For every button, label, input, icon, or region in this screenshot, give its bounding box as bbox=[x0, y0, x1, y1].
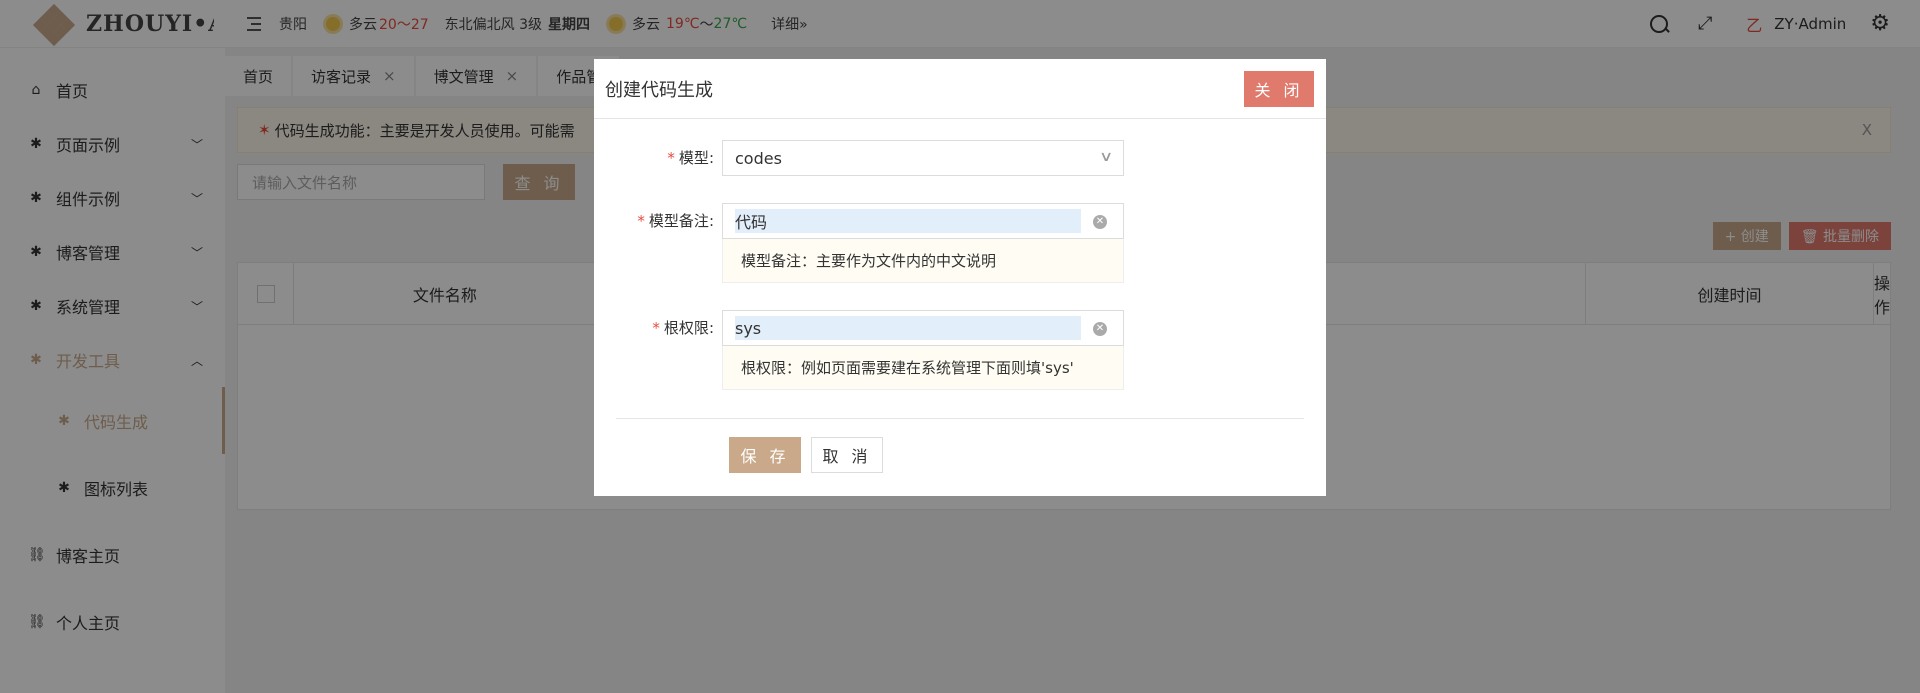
root-permission-tip: 根权限：例如页面需要建在系统管理下面则填'sys' bbox=[722, 346, 1124, 390]
dialog-divider bbox=[616, 418, 1304, 419]
field-label-text: 根权限 bbox=[663, 319, 709, 337]
root-permission-input[interactable]: sys ✕ bbox=[722, 310, 1124, 346]
create-codegen-dialog: 创建代码生成 关 闭 * 模型: codes ∨ * 模型备注: 代码 ✕ 模型… bbox=[594, 59, 1326, 496]
label-colon: : bbox=[708, 212, 714, 230]
required-mark: * bbox=[652, 319, 660, 337]
field-column: 代码 ✕ 模型备注：主要作为文件内的中文说明 bbox=[722, 203, 1124, 283]
root-permission-label: * 根权限: bbox=[594, 310, 722, 346]
label-colon: : bbox=[708, 319, 714, 337]
field-label-text: 模型备注 bbox=[648, 212, 709, 230]
dialog-close-button[interactable]: 关 闭 bbox=[1244, 71, 1314, 107]
model-label: * 模型: bbox=[594, 140, 722, 176]
cancel-button[interactable]: 取 消 bbox=[811, 437, 883, 473]
field-column: codes ∨ bbox=[722, 140, 1124, 176]
field-label-text: 模型 bbox=[678, 149, 709, 167]
required-mark: * bbox=[667, 149, 675, 167]
root-permission-value: sys bbox=[735, 316, 1081, 340]
dialog-title: 创建代码生成 bbox=[605, 79, 713, 101]
clear-icon[interactable]: ✕ bbox=[1093, 322, 1107, 336]
model-remark-input[interactable]: 代码 ✕ bbox=[722, 203, 1124, 239]
label-colon: : bbox=[708, 149, 714, 167]
form-row-root-permission: * 根权限: sys ✕ 根权限：例如页面需要建在系统管理下面则填'sys' bbox=[594, 310, 1124, 390]
model-select-value: codes bbox=[735, 148, 782, 168]
clear-icon[interactable]: ✕ bbox=[1093, 215, 1107, 229]
model-remark-label: * 模型备注: bbox=[594, 203, 722, 239]
app-root: ZHOUYI•A 贵阳 多云 20～27 东北偏北风 3级 星期四 多云 19℃… bbox=[0, 0, 1920, 693]
required-mark: * bbox=[637, 212, 645, 230]
form-row-model: * 模型: codes ∨ bbox=[594, 140, 1124, 176]
form-row-model-remark: * 模型备注: 代码 ✕ 模型备注：主要作为文件内的中文说明 bbox=[594, 203, 1124, 283]
save-button[interactable]: 保 存 bbox=[729, 437, 801, 473]
field-column: sys ✕ 根权限：例如页面需要建在系统管理下面则填'sys' bbox=[722, 310, 1124, 390]
model-select[interactable]: codes ∨ bbox=[722, 140, 1124, 176]
dialog-header: 创建代码生成 关 闭 bbox=[594, 59, 1326, 119]
model-remark-value: 代码 bbox=[735, 209, 1081, 233]
model-remark-tip: 模型备注：主要作为文件内的中文说明 bbox=[722, 239, 1124, 283]
chevron-down-icon: ∨ bbox=[1098, 149, 1114, 165]
